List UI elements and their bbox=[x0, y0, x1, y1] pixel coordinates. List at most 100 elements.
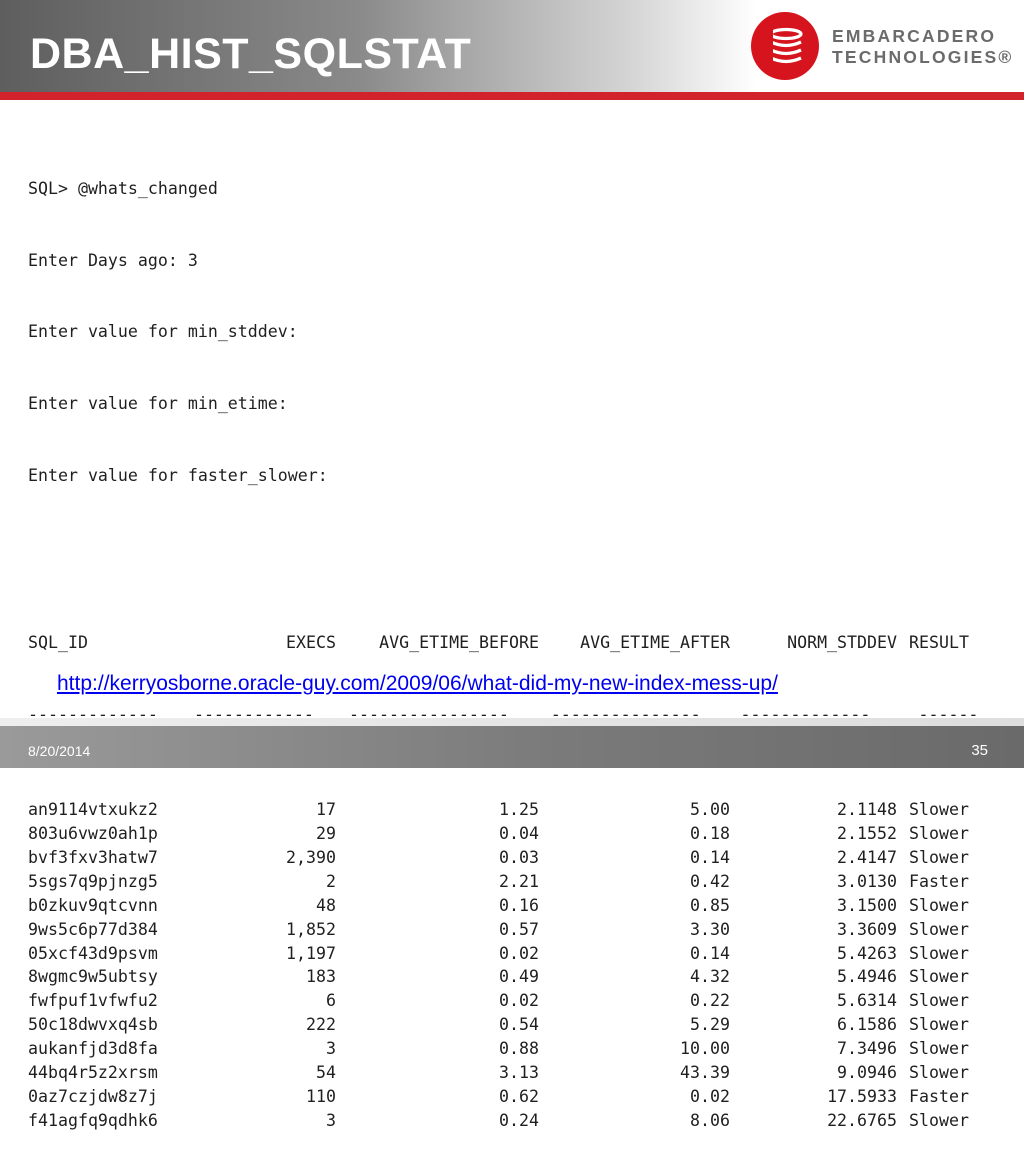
norm-stddev-cell: 9.0946 bbox=[837, 1063, 897, 1083]
avg-etime-before-cell: 0.54 bbox=[499, 1015, 539, 1035]
prompt-line: Enter value for min_etime: bbox=[28, 393, 288, 413]
footer-date: 8/20/2014 bbox=[28, 743, 91, 759]
execs-cell: 54 bbox=[316, 1063, 336, 1083]
sql-id-cell: f41agfq9qdhk6 bbox=[28, 1110, 158, 1130]
avg-etime-after-cell: 0.14 bbox=[690, 943, 730, 963]
execs-cell: 1,197 bbox=[286, 943, 336, 963]
prompt-line: Enter Days ago: 3 bbox=[28, 250, 198, 270]
avg-etime-before-cell: 3.13 bbox=[499, 1063, 539, 1083]
table-row: bvf3fxv3hatw7 2,390 0.03 0.14 2.4147 Slower bbox=[28, 846, 998, 870]
result-rows: an9114vtxukz2 17 1.25 5.00 2.1148 Slower 803u6… bbox=[28, 798, 998, 1132]
sql-id-cell: aukanfjd3d8fa bbox=[28, 1039, 158, 1059]
execs-cell: 6 bbox=[326, 991, 336, 1011]
embarcadero-logo-icon bbox=[751, 12, 819, 80]
header-accent-bar bbox=[0, 92, 1024, 100]
table-row: f41agfq9qdhk6 3 0.24 8.06 22.6765 Slower bbox=[28, 1109, 998, 1133]
norm-stddev-cell: 6.1586 bbox=[837, 1015, 897, 1035]
source-link[interactable]: http://kerryosborne.oracle-guy.com/2009/… bbox=[57, 670, 778, 698]
column-header-row: SQL_ID EXECS AVG_ETIME_BEFORE AVG_ETIME_… bbox=[28, 631, 998, 655]
sql-id-cell: 5sgs7q9pjnzg5 bbox=[28, 871, 158, 891]
execs-cell: 29 bbox=[316, 824, 336, 844]
column-header: EXECS bbox=[286, 632, 336, 652]
slide-title: DBA_HIST_SQLSTAT bbox=[30, 30, 472, 78]
norm-stddev-cell: 3.3609 bbox=[837, 919, 897, 939]
avg-etime-before-cell: 1.25 bbox=[499, 800, 539, 820]
sql-id-cell: 05xcf43d9psvm bbox=[28, 943, 158, 963]
embarcadero-logo-text: EMBARCADERO TECHNOLOGIES® bbox=[832, 26, 1022, 68]
result-cell: Slower bbox=[909, 1110, 969, 1130]
avg-etime-after-cell: 10.00 bbox=[680, 1039, 730, 1059]
sql-id-cell: an9114vtxukz2 bbox=[28, 800, 158, 820]
logo-line-2: TECHNOLOGIES® bbox=[832, 47, 1014, 67]
avg-etime-before-cell: 2.21 bbox=[499, 871, 539, 891]
table-row: b0zkuv9qtcvnn 48 0.16 0.85 3.1500 Slower bbox=[28, 894, 998, 918]
avg-etime-before-cell: 0.49 bbox=[499, 967, 539, 987]
execs-cell: 48 bbox=[316, 895, 336, 915]
logo-line-1: EMBARCADERO bbox=[832, 26, 997, 46]
table-row: fwfpuf1vfwfu2 6 0.02 0.22 5.6314 Slower bbox=[28, 989, 998, 1013]
sql-console-output: SQL> @whats_changed Enter Days ago: 3 En… bbox=[28, 129, 998, 1157]
column-header: NORM_STDDEV bbox=[787, 632, 897, 652]
sql-id-cell: fwfpuf1vfwfu2 bbox=[28, 991, 158, 1011]
page-number: 35 bbox=[971, 742, 988, 759]
norm-stddev-cell: 22.6765 bbox=[827, 1110, 897, 1130]
prompt-line: Enter value for min_stddev: bbox=[28, 322, 298, 342]
sql-id-cell: 9ws5c6p77d384 bbox=[28, 919, 158, 939]
norm-stddev-cell: 7.3496 bbox=[837, 1039, 897, 1059]
avg-etime-after-cell: 4.32 bbox=[690, 967, 730, 987]
execs-cell: 2,390 bbox=[286, 848, 336, 868]
norm-stddev-cell: 2.1148 bbox=[837, 800, 897, 820]
result-cell: Faster bbox=[909, 1086, 969, 1106]
table-row: 05xcf43d9psvm 1,197 0.02 0.14 5.4263 Slower bbox=[28, 942, 998, 966]
avg-etime-before-cell: 0.62 bbox=[499, 1086, 539, 1106]
sql-id-cell: 8wgmc9w5ubtsy bbox=[28, 967, 158, 987]
avg-etime-after-cell: 0.02 bbox=[690, 1086, 730, 1106]
result-cell: Slower bbox=[909, 919, 969, 939]
avg-etime-after-cell: 0.18 bbox=[690, 824, 730, 844]
table-row: an9114vtxukz2 17 1.25 5.00 2.1148 Slower bbox=[28, 798, 998, 822]
table-row: 44bq4r5z2xrsm 54 3.13 43.39 9.0946 Slower bbox=[28, 1061, 998, 1085]
table-row: 5sgs7q9pjnzg5 2 2.21 0.42 3.0130 Faster bbox=[28, 870, 998, 894]
norm-stddev-cell: 2.4147 bbox=[837, 848, 897, 868]
column-header: AVG_ETIME_BEFORE bbox=[379, 632, 539, 652]
sql-id-cell: b0zkuv9qtcvnn bbox=[28, 895, 158, 915]
prompt-line: SQL> @whats_changed bbox=[28, 178, 218, 198]
avg-etime-before-cell: 0.57 bbox=[499, 919, 539, 939]
table-row: 50c18dwvxq4sb 222 0.54 5.29 6.1586 Slower bbox=[28, 1013, 998, 1037]
slide-header: DBA_HIST_SQLSTAT EMBARCADERO TECHNOLOGIE… bbox=[0, 0, 1024, 92]
avg-etime-after-cell: 0.14 bbox=[690, 848, 730, 868]
column-header: AVG_ETIME_AFTER bbox=[580, 632, 730, 652]
avg-etime-before-cell: 0.24 bbox=[499, 1110, 539, 1130]
norm-stddev-cell: 17.5933 bbox=[827, 1086, 897, 1106]
result-cell: Slower bbox=[909, 991, 969, 1011]
result-cell: Slower bbox=[909, 848, 969, 868]
result-cell: Slower bbox=[909, 1015, 969, 1035]
sql-id-cell: 803u6vwz0ah1p bbox=[28, 824, 158, 844]
execs-cell: 183 bbox=[306, 967, 336, 987]
norm-stddev-cell: 5.6314 bbox=[837, 991, 897, 1011]
avg-etime-after-cell: 0.85 bbox=[690, 895, 730, 915]
result-cell: Slower bbox=[909, 967, 969, 987]
execs-cell: 3 bbox=[326, 1110, 336, 1130]
avg-etime-after-cell: 0.22 bbox=[690, 991, 730, 1011]
avg-etime-before-cell: 0.88 bbox=[499, 1039, 539, 1059]
avg-etime-after-cell: 5.29 bbox=[690, 1015, 730, 1035]
avg-etime-before-cell: 0.16 bbox=[499, 895, 539, 915]
norm-stddev-cell: 3.1500 bbox=[837, 895, 897, 915]
table-row: 8wgmc9w5ubtsy 183 0.49 4.32 5.4946 Slower bbox=[28, 965, 998, 989]
execs-cell: 1,852 bbox=[286, 919, 336, 939]
avg-etime-before-cell: 0.04 bbox=[499, 824, 539, 844]
avg-etime-after-cell: 0.42 bbox=[690, 871, 730, 891]
table-row: 803u6vwz0ah1p 29 0.04 0.18 2.1552 Slower bbox=[28, 822, 998, 846]
execs-cell: 110 bbox=[306, 1086, 336, 1106]
sql-id-cell: 44bq4r5z2xrsm bbox=[28, 1063, 158, 1083]
sql-id-cell: 50c18dwvxq4sb bbox=[28, 1015, 158, 1035]
table-row: 0az7czjdw8z7j 110 0.62 0.02 17.5933 Faster bbox=[28, 1085, 998, 1109]
sql-id-cell: bvf3fxv3hatw7 bbox=[28, 848, 158, 868]
execs-cell: 2 bbox=[326, 871, 336, 891]
footer-divider bbox=[0, 718, 1024, 726]
result-cell: Slower bbox=[909, 800, 969, 820]
execs-cell: 17 bbox=[316, 800, 336, 820]
execs-cell: 3 bbox=[326, 1039, 336, 1059]
